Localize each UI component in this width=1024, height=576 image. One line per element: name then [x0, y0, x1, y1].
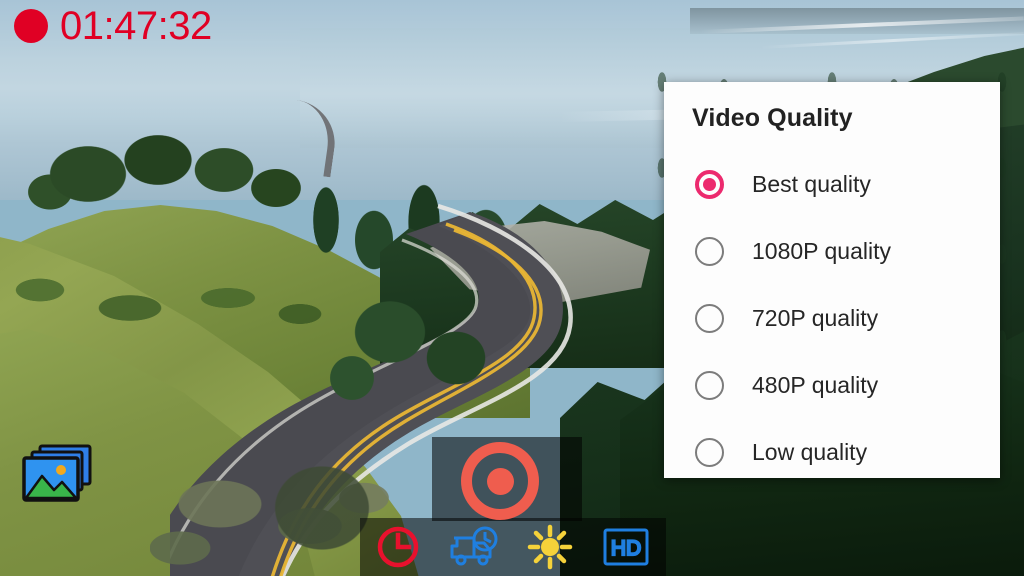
video-quality-button[interactable]: HD — [588, 518, 664, 576]
sun-icon — [527, 524, 573, 570]
duration-button[interactable] — [360, 518, 436, 576]
quality-option-best[interactable]: Best quality — [664, 151, 1000, 218]
truck-clock-icon — [450, 526, 498, 566]
radio-button-selected[interactable] — [695, 170, 724, 199]
timelapse-button[interactable] — [436, 518, 512, 576]
svg-text:HD: HD — [611, 537, 641, 560]
record-dot-icon — [14, 9, 48, 43]
dialog-title: Video Quality — [692, 104, 853, 132]
app-screen: 01:47:32 HD Video Quality Best quality 1… — [0, 0, 1024, 576]
clock-icon — [377, 526, 419, 568]
elapsed-time-label: 01:47:32 — [60, 4, 212, 48]
radio-button[interactable] — [695, 304, 724, 333]
quality-option-480p[interactable]: 480P quality — [664, 352, 1000, 419]
gallery-photos-icon — [22, 444, 92, 502]
quality-option-720p[interactable]: 720P quality — [664, 285, 1000, 352]
record-inner-dot — [486, 467, 514, 495]
quality-option-label: Low quality — [752, 439, 868, 465]
video-quality-dialog: Video Quality Best quality 1080P quality… — [664, 82, 1000, 478]
radio-button[interactable] — [695, 371, 724, 400]
brightness-button[interactable] — [512, 518, 588, 576]
radio-button[interactable] — [695, 438, 724, 467]
quality-option-label: 480P quality — [752, 372, 879, 398]
bottom-toolbar: HD — [360, 518, 666, 576]
quality-option-low[interactable]: Low quality — [664, 419, 1000, 486]
hd-icon: HD — [603, 528, 649, 566]
record-circle-icon[interactable] — [461, 442, 539, 520]
quality-option-label: 1080P quality — [752, 238, 891, 264]
radio-button[interactable] — [695, 237, 724, 266]
recording-timer: 01:47:32 — [14, 6, 212, 46]
roadside-trees — [330, 260, 520, 430]
quality-option-1080p[interactable]: 1080P quality — [664, 218, 1000, 285]
quality-option-label: Best quality — [752, 171, 871, 197]
quality-option-label: 720P quality — [752, 305, 879, 331]
gallery-button[interactable] — [18, 440, 96, 506]
